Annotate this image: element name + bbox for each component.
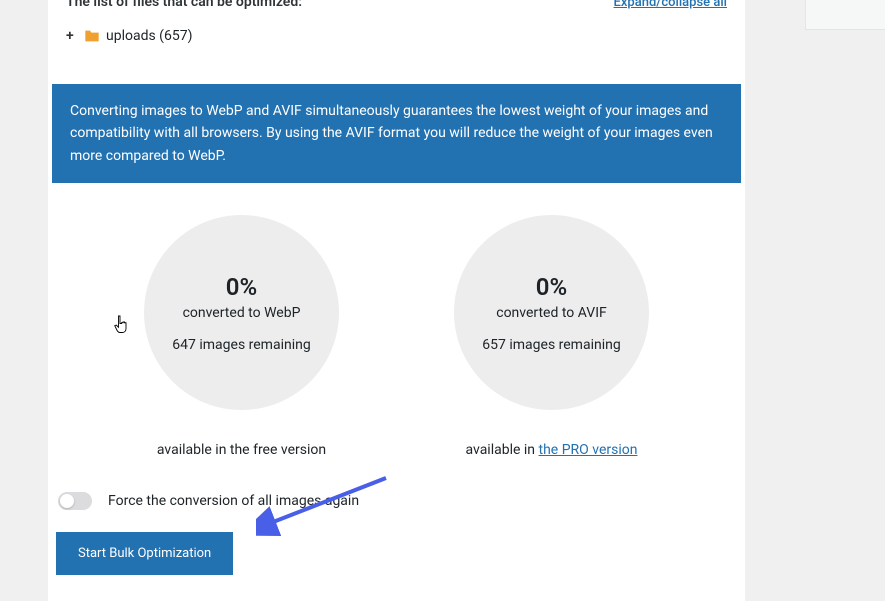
folder-icon (84, 29, 100, 43)
info-banner-text: Converting images to WebP and AVIF simul… (70, 103, 713, 164)
avif-percent: 0% (536, 273, 567, 301)
webp-label: converted to WebP (183, 305, 301, 321)
webp-percent: 0% (226, 273, 257, 301)
expand-collapse-link[interactable]: Expand/collapse all (614, 0, 727, 10)
folder-label: uploads (657) (106, 28, 192, 44)
avif-stat-col: 0% converted to AVIF 657 images remainin… (432, 215, 672, 458)
info-banner: Converting images to WebP and AVIF simul… (52, 84, 741, 183)
webp-caption: available in the free version (157, 442, 326, 458)
right-sidebar-stub (805, 0, 885, 30)
webp-stat-circle: 0% converted to WebP 647 images remainin… (144, 215, 339, 410)
start-bulk-optimization-button[interactable]: Start Bulk Optimization (56, 532, 233, 575)
avif-caption-prefix: available in (466, 442, 539, 458)
pro-version-link[interactable]: the PRO version (539, 442, 638, 458)
force-toggle-label: Force the conversion of all images again (108, 493, 359, 509)
stats-row: 0% converted to WebP 647 images remainin… (52, 215, 741, 458)
avif-label: converted to AVIF (496, 305, 607, 321)
files-header-title: The list of files that can be optimized: (66, 0, 302, 10)
avif-stat-circle: 0% converted to AVIF 657 images remainin… (454, 215, 649, 410)
force-conversion-toggle[interactable] (58, 492, 92, 510)
plus-icon[interactable]: + (66, 28, 78, 44)
file-tree-row[interactable]: + uploads (657) (66, 28, 727, 44)
avif-caption: available in the PRO version (466, 442, 638, 458)
toggle-knob (60, 494, 74, 508)
files-header: The list of files that can be optimized:… (66, 0, 727, 10)
action-row: Start Bulk Optimization (52, 532, 741, 575)
optimization-panel: The list of files that can be optimized:… (48, 0, 745, 601)
files-section: The list of files that can be optimized:… (48, 0, 745, 62)
webp-remaining: 647 images remaining (172, 337, 310, 353)
avif-remaining: 657 images remaining (482, 337, 620, 353)
webp-stat-col: 0% converted to WebP 647 images remainin… (122, 215, 362, 458)
force-toggle-row: Force the conversion of all images again (52, 492, 741, 510)
